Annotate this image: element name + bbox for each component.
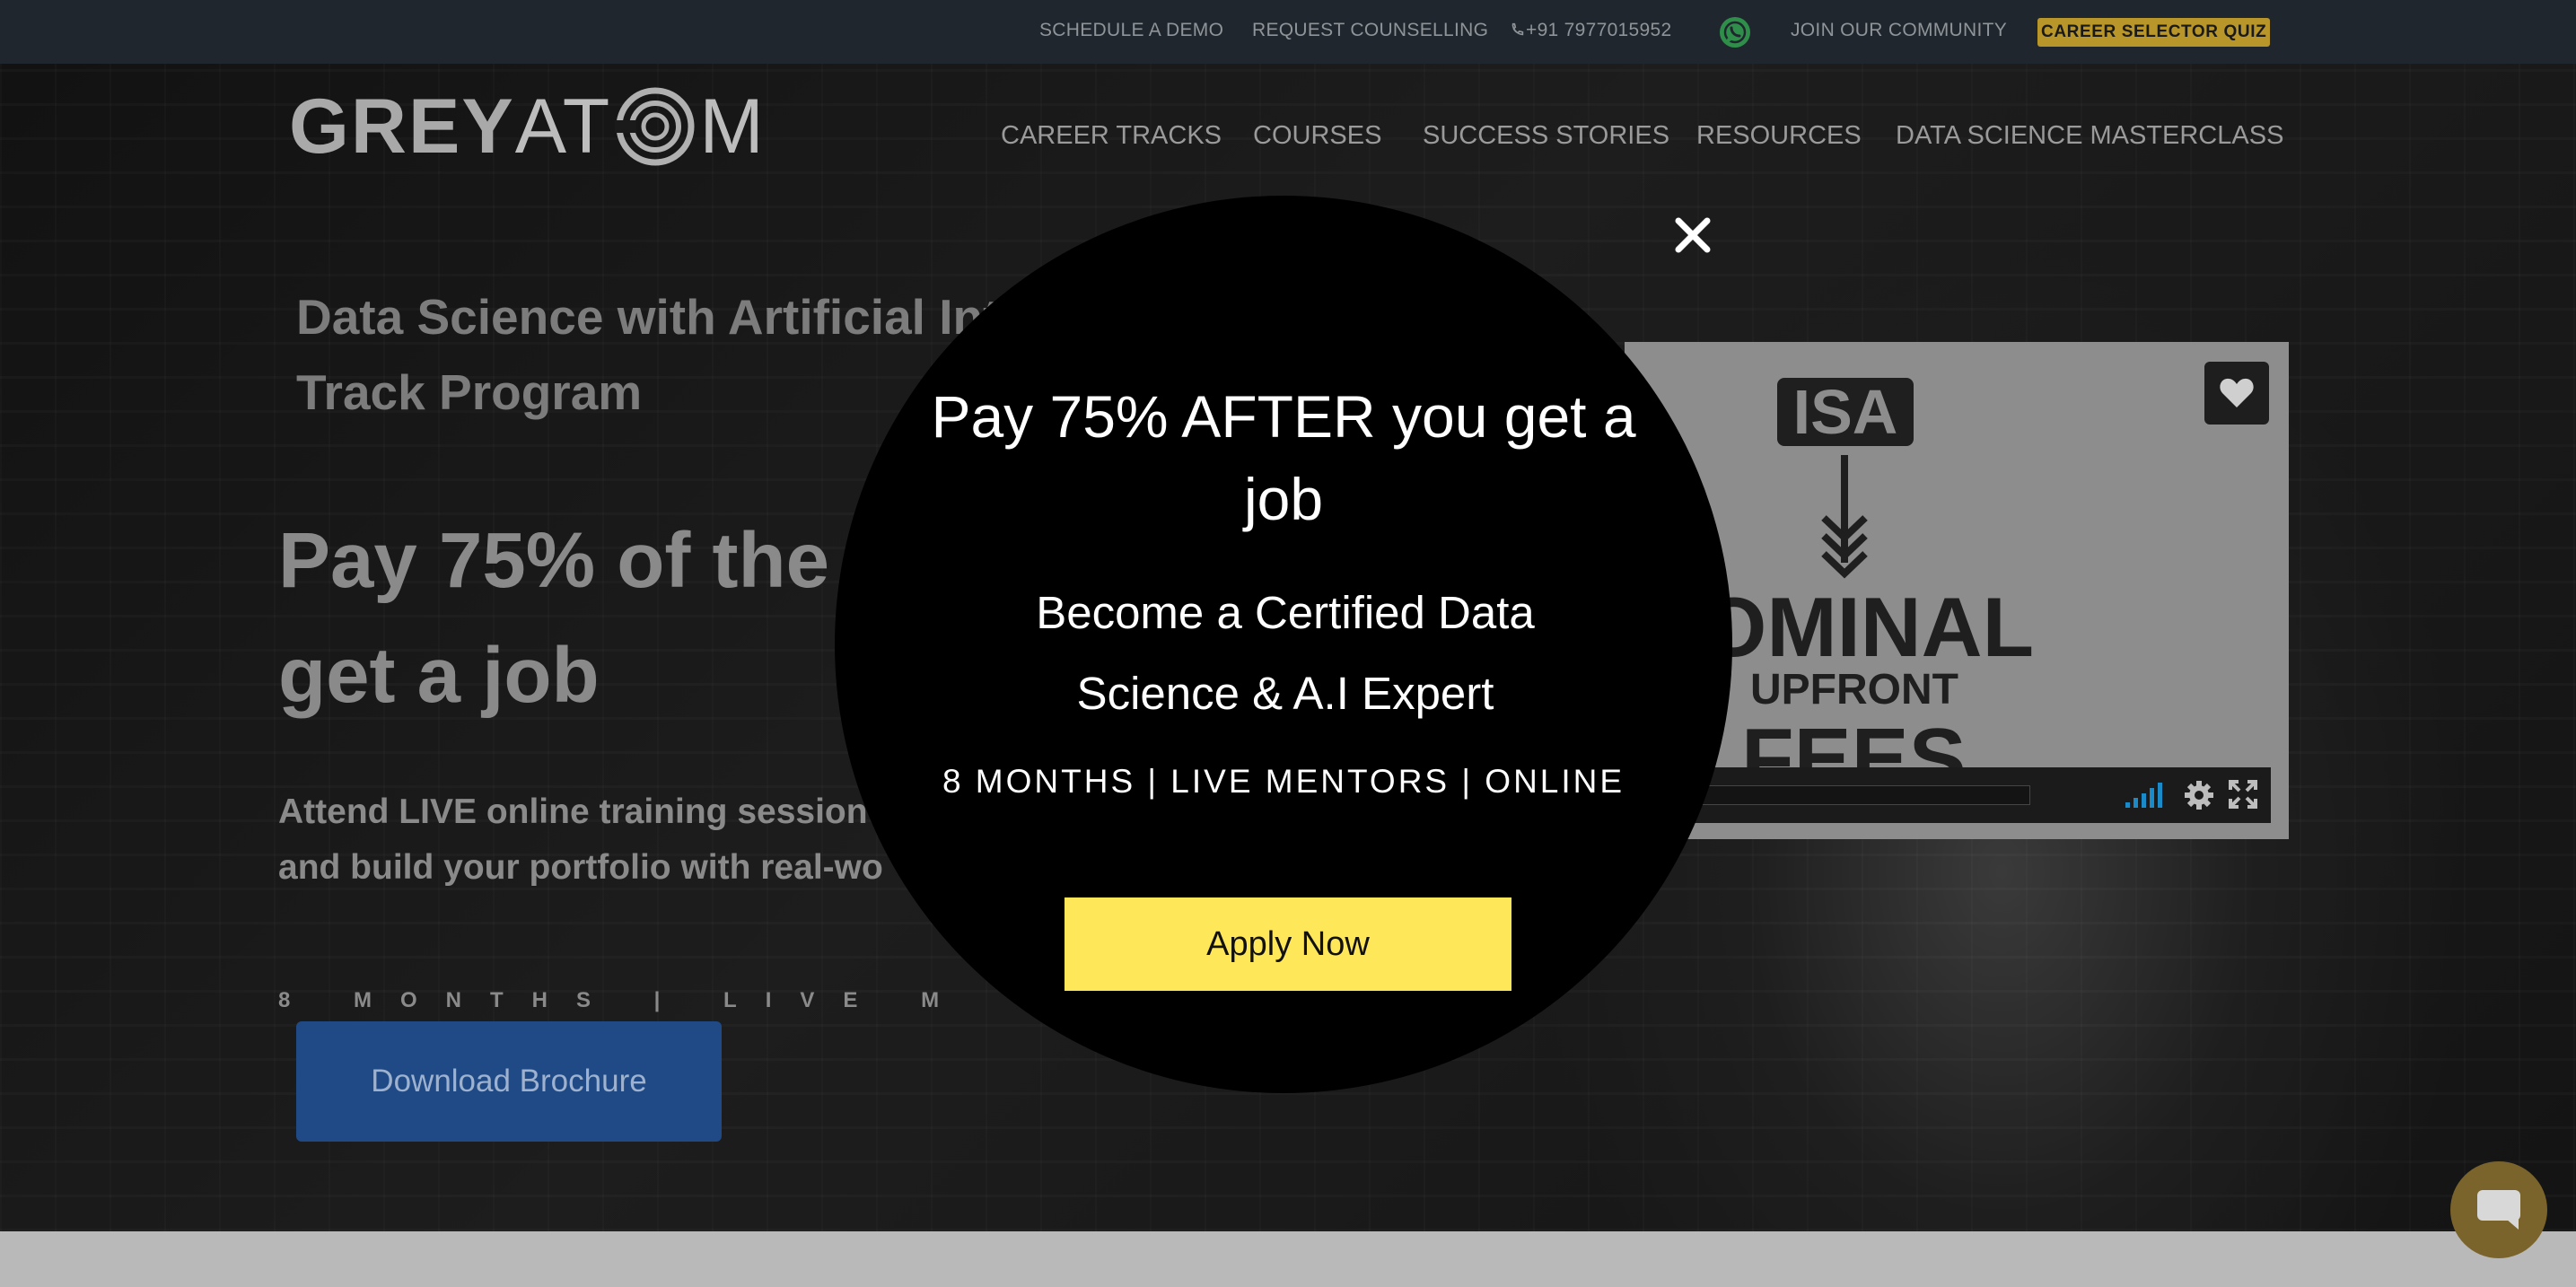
download-brochure-button[interactable]: Download Brochure xyxy=(296,1021,722,1142)
nav-career-tracks[interactable]: CAREER TRACKS xyxy=(1001,121,1222,151)
hero-subtext-line2: and build your portfolio with real-wo xyxy=(278,848,883,887)
heart-icon xyxy=(2220,378,2254,407)
close-icon xyxy=(1675,217,1711,253)
whatsapp-icon[interactable] xyxy=(1717,14,1753,55)
phone-icon xyxy=(1511,22,1524,36)
phone-number: +91 7977015952 xyxy=(1526,20,1672,40)
page-section-below-hero xyxy=(0,1231,2576,1287)
schedule-demo-link[interactable]: SCHEDULE A DEMO xyxy=(1039,20,1223,41)
logo-text-m: M xyxy=(699,83,766,170)
nav-data-science-masterclass[interactable]: DATA SCIENCE MASTERCLASS xyxy=(1896,121,2283,151)
popup-subtitle: Become a Certified Data Science & A.I Ex… xyxy=(1036,587,1535,719)
nav-courses[interactable]: COURSES xyxy=(1253,121,1381,151)
fullscreen-icon[interactable] xyxy=(2228,779,2258,810)
like-button[interactable] xyxy=(2204,362,2269,425)
chat-widget-button[interactable] xyxy=(2450,1161,2547,1258)
popup-program-meta: 8 MONTHS | LIVE MENTORS | ONLINE xyxy=(942,763,1625,800)
chat-icon xyxy=(2477,1190,2520,1230)
down-arrow-icon xyxy=(1821,455,1868,579)
hero-subtext-line1: Attend LIVE online training session xyxy=(278,792,868,831)
hero-program-meta: 8 MONTHS | LIVE MENTO xyxy=(278,988,960,1012)
join-community-link[interactable]: JOIN OUR COMMUNITY xyxy=(1791,20,2007,41)
logo-text-at: AT xyxy=(514,83,612,170)
volume-icon[interactable] xyxy=(2124,779,2169,811)
settings-icon[interactable] xyxy=(2183,779,2215,811)
apply-now-button[interactable]: Apply Now xyxy=(1065,897,1511,991)
video-isa-label: ISA xyxy=(1777,378,1914,446)
video-controls xyxy=(1625,767,2271,823)
top-utility-bar: SCHEDULE A DEMO REQUEST COUNSELLING +91 … xyxy=(0,0,2576,64)
nav-success-stories[interactable]: SUCCESS STORIES xyxy=(1423,121,1669,151)
phone-link[interactable]: +91 7977015952 xyxy=(1510,20,1671,41)
greyatom-logo[interactable]: GREY AT M xyxy=(289,77,766,176)
nav-resources[interactable]: RESOURCES xyxy=(1696,121,1862,151)
request-counselling-link[interactable]: REQUEST COUNSELLING xyxy=(1252,20,1488,41)
logo-text-grey: GREY xyxy=(289,83,515,170)
hero-subtext: Attend LIVE online training session and … xyxy=(278,784,960,896)
popup-title: Pay 75% AFTER you get a job xyxy=(931,383,1636,532)
career-selector-quiz-button[interactable]: CAREER SELECTOR QUIZ xyxy=(2037,18,2271,47)
promo-popup: Pay 75% AFTER you get a job Become a Cer… xyxy=(835,196,1732,1093)
close-popup-button[interactable] xyxy=(1666,208,1720,262)
video-upfront-text: UPFRONT xyxy=(1750,666,1958,714)
atom-logo-icon xyxy=(615,87,695,166)
